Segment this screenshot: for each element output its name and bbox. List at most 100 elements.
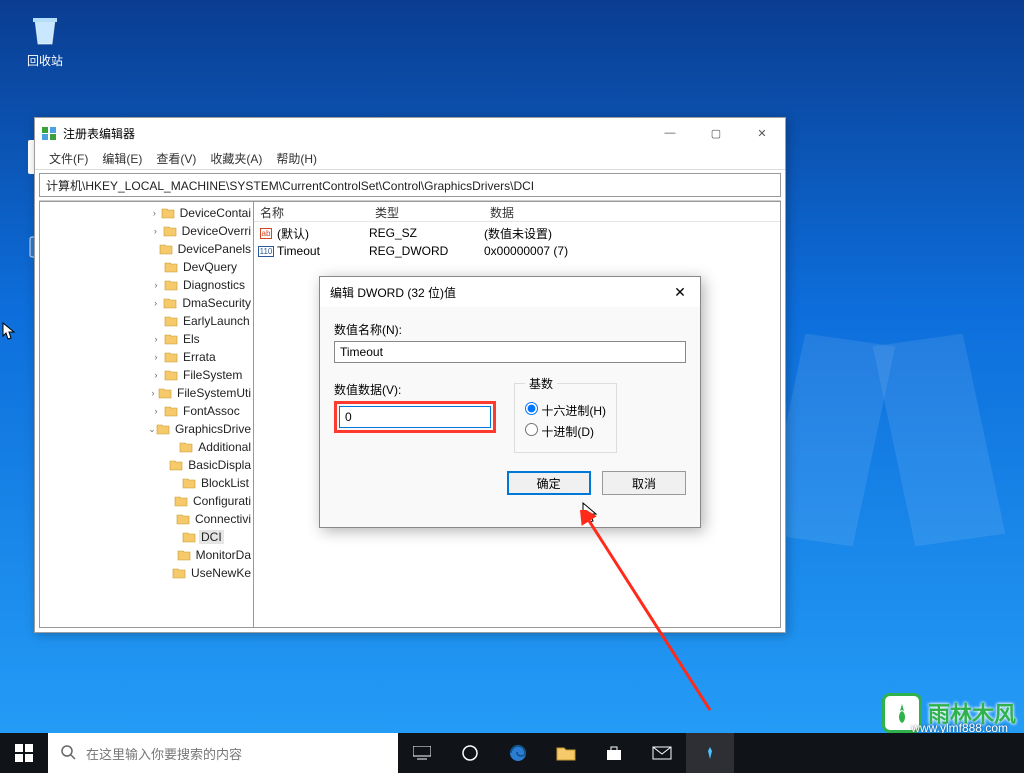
taskbar-explorer-icon[interactable] [542, 733, 590, 773]
value-row[interactable]: ab (默认) REG_SZ (数值未设置) [254, 224, 780, 242]
expand-icon[interactable]: › [148, 388, 158, 398]
folder-icon [172, 567, 186, 579]
value-name-label: 数值名称(N): [334, 321, 686, 338]
dialog-close-button[interactable]: ✕ [660, 284, 700, 301]
folder-icon [163, 297, 177, 309]
menu-file[interactable]: 文件(F) [43, 148, 94, 169]
tree-item[interactable]: DevQuery [40, 258, 253, 276]
folder-icon [158, 387, 172, 399]
folder-icon [164, 315, 178, 327]
value-name-input[interactable] [334, 341, 686, 363]
tree-item[interactable]: › FileSystem [40, 366, 253, 384]
task-view-button[interactable] [398, 733, 446, 773]
tree-item[interactable]: BasicDispla [40, 456, 253, 474]
cancel-button[interactable]: 取消 [602, 471, 686, 495]
regedit-icon [41, 125, 57, 141]
window-title: 注册表编辑器 [63, 125, 647, 142]
address-bar[interactable]: 计算机\HKEY_LOCAL_MACHINE\SYSTEM\CurrentCon… [39, 173, 781, 197]
tree-item-label: DevicePanels [176, 242, 253, 256]
taskbar-edge-icon[interactable] [494, 733, 542, 773]
titlebar[interactable]: 注册表编辑器 — ▢ ✕ [35, 118, 785, 148]
taskbar-store-icon[interactable] [590, 733, 638, 773]
base-fieldset: 基数 十六进制(H) 十进制(D) [514, 375, 617, 453]
tree-item[interactable]: ⌄GraphicsDrive [40, 420, 253, 438]
taskbar-cortana-icon[interactable] [446, 733, 494, 773]
tree-item-label: BlockList [199, 476, 251, 490]
tree-item[interactable]: ›Errata [40, 348, 253, 366]
tree-item[interactable]: BlockList [40, 474, 253, 492]
expand-icon[interactable]: › [148, 370, 164, 380]
col-name[interactable]: 名称 [254, 202, 369, 221]
tree-pane[interactable]: › DeviceContai ›DeviceOverri DevicePanels De… [39, 201, 254, 628]
start-button[interactable] [0, 733, 48, 773]
tree-item-label: DeviceContai [178, 206, 253, 220]
tree-item-label: DevQuery [181, 260, 239, 274]
tree-item[interactable]: ›Els [40, 330, 253, 348]
folder-icon [182, 531, 196, 543]
maximize-button[interactable]: ▢ [693, 118, 739, 148]
minimize-button[interactable]: — [647, 118, 693, 148]
taskbar-search[interactable]: 在这里输入你要搜索的内容 [48, 733, 398, 773]
menu-edit[interactable]: 编辑(E) [96, 148, 148, 169]
folder-icon [182, 477, 196, 489]
folder-icon [164, 405, 178, 417]
expand-icon[interactable]: › [148, 226, 163, 236]
menu-view[interactable]: 查看(V) [150, 148, 202, 169]
tree-item[interactable]: ›Diagnostics [40, 276, 253, 294]
expand-icon[interactable]: › [148, 208, 161, 218]
close-button[interactable]: ✕ [739, 118, 785, 148]
tree-item[interactable]: MonitorDa [40, 546, 253, 564]
radio-hex[interactable]: 十六进制(H) [525, 402, 606, 419]
edit-dword-dialog: 编辑 DWORD (32 位)值 ✕ 数值名称(N): 数值数据(V): 基数 … [319, 276, 701, 528]
value-type: REG_DWORD [369, 244, 484, 258]
radio-dec[interactable]: 十进制(D) [525, 423, 606, 440]
dialog-titlebar[interactable]: 编辑 DWORD (32 位)值 ✕ [320, 277, 700, 307]
tree-item[interactable]: DevicePanels [40, 240, 253, 258]
tree-item[interactable]: Configurati [40, 492, 253, 510]
search-placeholder: 在这里输入你要搜索的内容 [86, 744, 242, 763]
tree-item-label: FileSystem [181, 368, 244, 382]
tree-item[interactable]: › DmaSecurity [40, 294, 253, 312]
search-icon [60, 744, 76, 763]
taskbar-app-icon[interactable] [686, 733, 734, 773]
tree-item[interactable]: › FontAssoc [40, 402, 253, 420]
folder-icon [179, 441, 193, 453]
tree-item-label: DmaSecurity [180, 296, 253, 310]
expand-icon[interactable]: › [148, 298, 163, 308]
tree-item-label: MonitorDa [194, 548, 253, 562]
expand-icon[interactable]: › [148, 352, 164, 362]
value-data-highlight [334, 401, 496, 433]
menu-favorites[interactable]: 收藏夹(A) [204, 148, 268, 169]
col-data[interactable]: 数据 [484, 202, 780, 221]
folder-icon [163, 225, 177, 237]
expand-icon[interactable]: › [148, 406, 164, 416]
expand-icon[interactable]: › [148, 334, 164, 344]
tree-item-label: FontAssoc [181, 404, 242, 418]
menu-bar: 文件(F) 编辑(E) 查看(V) 收藏夹(A) 帮助(H) [35, 148, 785, 170]
folder-icon [177, 549, 191, 561]
tree-item[interactable]: › DeviceContai [40, 204, 253, 222]
system-tray[interactable] [1016, 733, 1024, 773]
desktop-icon-recycle-bin[interactable]: 回收站 [10, 8, 80, 69]
taskbar-mail-icon[interactable] [638, 733, 686, 773]
dialog-title: 编辑 DWORD (32 位)值 [330, 284, 660, 301]
tree-item[interactable]: EarlyLaunch [40, 312, 253, 330]
folder-icon [176, 513, 190, 525]
tree-item[interactable]: DCI [40, 528, 253, 546]
tree-item[interactable]: Additional [40, 438, 253, 456]
tree-item[interactable]: Connectivi [40, 510, 253, 528]
col-type[interactable]: 类型 [369, 202, 484, 221]
tree-item[interactable]: ›FileSystemUti [40, 384, 253, 402]
folder-icon [164, 279, 178, 291]
menu-help[interactable]: 帮助(H) [270, 148, 323, 169]
expand-icon[interactable]: › [148, 280, 164, 290]
expand-icon[interactable]: ⌄ [148, 424, 156, 435]
tree-item[interactable]: UseNewKe [40, 564, 253, 582]
folder-icon [161, 207, 175, 219]
desktop-icon-label: 回收站 [10, 52, 80, 69]
column-headers[interactable]: 名称 类型 数据 [254, 202, 780, 222]
value-row[interactable]: 110 Timeout REG_DWORD 0x00000007 (7) [254, 242, 780, 260]
ok-button[interactable]: 确定 [507, 471, 591, 495]
tree-item[interactable]: ›DeviceOverri [40, 222, 253, 240]
value-data-input[interactable] [339, 406, 491, 428]
